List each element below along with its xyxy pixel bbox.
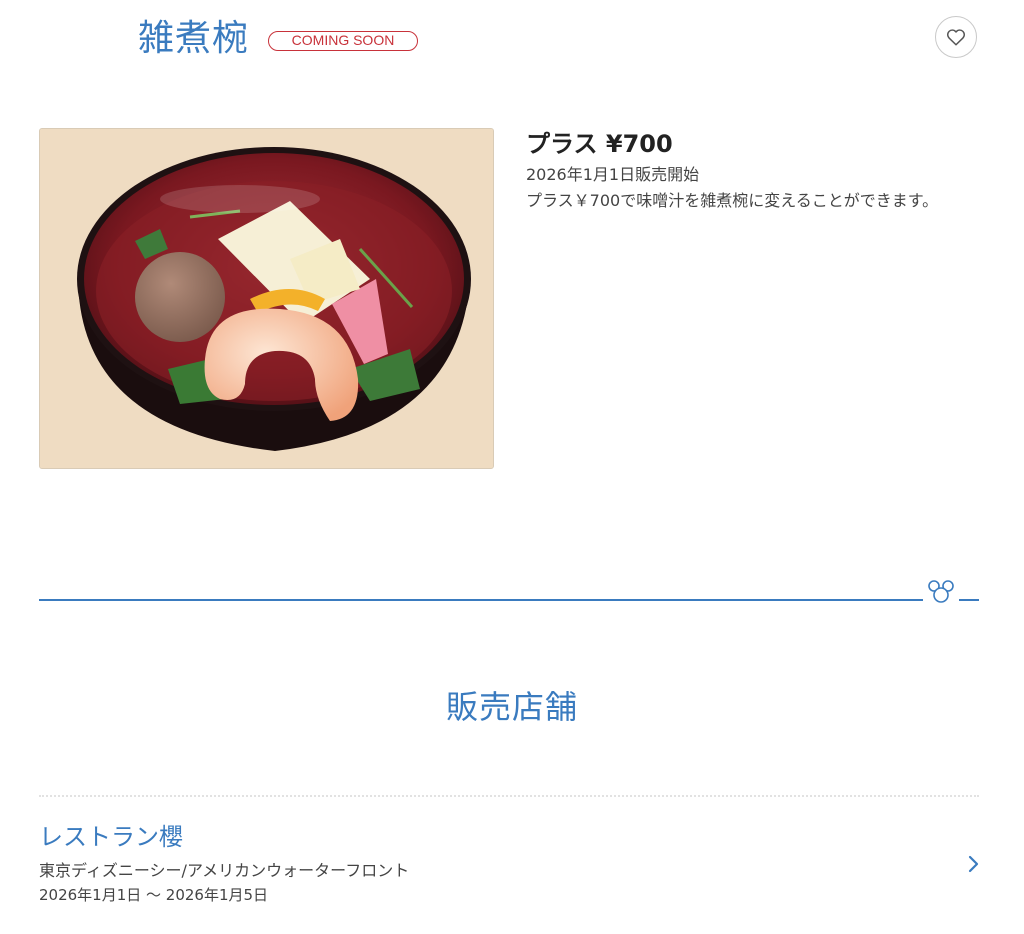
store-list-divider <box>39 795 979 797</box>
coming-soon-badge: COMING SOON <box>268 31 418 51</box>
mickey-head-icon <box>923 578 959 604</box>
product-description: プラス￥700で味噌汁を雑煮椀に変えることができます。 <box>526 191 939 210</box>
favorite-button[interactable] <box>935 16 977 58</box>
store-sale-period: 2026年1月1日 〜 2026年1月5日 <box>39 886 269 904</box>
store-item-restaurant-sakura[interactable]: レストラン櫻 東京ディズニーシー/アメリカンウォーターフロント 2026年1月1… <box>39 812 984 912</box>
heart-outline-icon <box>946 29 966 46</box>
chevron-right-icon <box>968 855 979 873</box>
store-location: 東京ディズニーシー/アメリカンウォーターフロント <box>39 861 410 880</box>
stores-section-title: 販売店舗 <box>445 688 578 726</box>
product-image <box>39 128 494 469</box>
product-price: プラス ¥700 <box>526 130 673 158</box>
page-title: 雑煮椀 <box>138 18 250 59</box>
sale-start-date: 2026年1月1日販売開始 <box>526 165 700 184</box>
section-divider <box>39 599 979 601</box>
store-name: レストラン櫻 <box>39 823 183 851</box>
